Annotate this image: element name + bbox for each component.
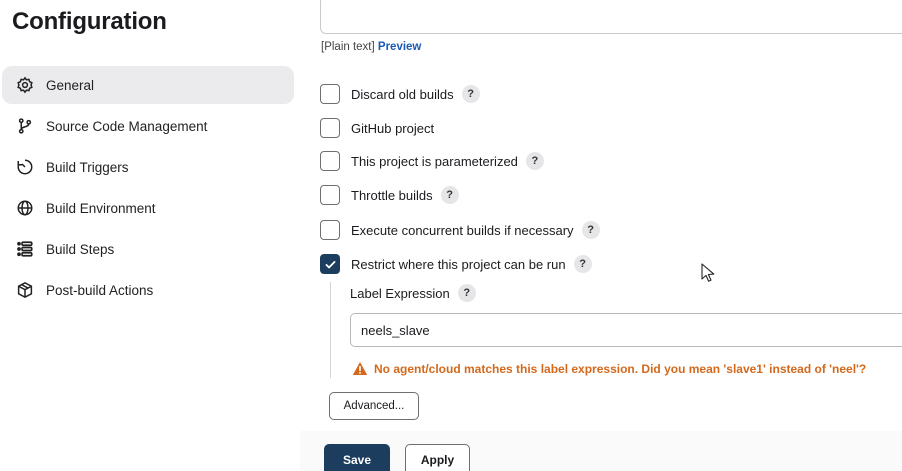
steps-list-icon bbox=[15, 239, 35, 259]
warning-icon bbox=[352, 362, 368, 375]
checkmark-icon bbox=[325, 260, 335, 268]
option-discard-old-builds: Discard old builds ? bbox=[320, 82, 480, 106]
preview-link[interactable]: Preview bbox=[378, 41, 421, 53]
github-project-checkbox[interactable] bbox=[320, 118, 340, 138]
globe-icon bbox=[15, 198, 35, 218]
option-label: Throttle builds bbox=[351, 187, 433, 203]
page-title: Configuration bbox=[12, 8, 167, 35]
sidebar-item-label: Build Triggers bbox=[46, 159, 129, 175]
option-concurrent-builds: Execute concurrent builds if necessary ? bbox=[320, 218, 600, 242]
package-icon bbox=[15, 280, 35, 300]
sidebar-item-post-build-actions[interactable]: Post-build Actions bbox=[2, 271, 294, 309]
option-label: This project is parameterized bbox=[351, 153, 518, 169]
save-button[interactable]: Save bbox=[324, 444, 390, 471]
help-icon[interactable]: ? bbox=[525, 152, 544, 170]
nested-section-divider bbox=[330, 282, 331, 378]
gear-icon bbox=[15, 75, 35, 95]
discard-old-builds-checkbox[interactable] bbox=[320, 84, 340, 104]
parameterized-checkbox[interactable] bbox=[320, 151, 340, 171]
advanced-button[interactable]: Advanced... bbox=[329, 392, 419, 420]
help-icon[interactable]: ? bbox=[581, 221, 600, 239]
branch-icon bbox=[15, 116, 35, 136]
option-throttle-builds: Throttle builds ? bbox=[320, 183, 459, 207]
option-parameterized: This project is parameterized ? bbox=[320, 149, 544, 173]
help-icon[interactable]: ? bbox=[573, 255, 592, 273]
plain-text-label: [Plain text] bbox=[321, 41, 375, 53]
concurrent-builds-checkbox[interactable] bbox=[320, 220, 340, 240]
label-expression-header: Label Expression ? bbox=[350, 282, 476, 304]
sidebar-nav: General Source Code Management Build Tri… bbox=[0, 66, 294, 312]
help-icon[interactable]: ? bbox=[440, 186, 459, 204]
sidebar-item-label: Post-build Actions bbox=[46, 282, 154, 298]
sidebar-item-source-code-management[interactable]: Source Code Management bbox=[2, 107, 294, 145]
help-icon[interactable]: ? bbox=[457, 284, 476, 302]
restrict-where-run-checkbox[interactable] bbox=[320, 254, 340, 274]
option-github-project: GitHub project bbox=[320, 116, 434, 140]
label-warning: No agent/cloud matches this label expres… bbox=[352, 361, 866, 376]
sidebar-item-build-steps[interactable]: Build Steps bbox=[2, 230, 294, 268]
warning-text: No agent/cloud matches this label expres… bbox=[374, 361, 867, 376]
option-label: Execute concurrent builds if necessary bbox=[351, 222, 574, 238]
timer-icon bbox=[15, 157, 35, 177]
sidebar-item-build-triggers[interactable]: Build Triggers bbox=[2, 148, 294, 186]
apply-button[interactable]: Apply bbox=[405, 444, 470, 471]
option-label: Restrict where this project can be run bbox=[351, 256, 566, 272]
sidebar-item-label: Source Code Management bbox=[46, 118, 208, 134]
description-format: [Plain text] Preview bbox=[321, 41, 421, 53]
throttle-builds-checkbox[interactable] bbox=[320, 185, 340, 205]
sidebar-item-label: Build Steps bbox=[46, 241, 115, 257]
option-label: Discard old builds bbox=[351, 86, 454, 102]
label-expression-label: Label Expression bbox=[350, 285, 450, 301]
option-label: GitHub project bbox=[351, 120, 435, 136]
sidebar-item-label: Build Environment bbox=[46, 200, 156, 216]
help-icon[interactable]: ? bbox=[461, 85, 480, 103]
mouse-cursor-icon bbox=[701, 263, 715, 282]
label-expression-input[interactable] bbox=[350, 313, 902, 347]
sidebar-item-general[interactable]: General bbox=[2, 66, 294, 104]
sidebar-item-label: General bbox=[46, 77, 95, 93]
option-restrict-where-run: Restrict where this project can be run ? bbox=[320, 252, 592, 276]
footer-bar bbox=[300, 431, 902, 471]
sidebar-item-build-environment[interactable]: Build Environment bbox=[2, 189, 294, 227]
description-textarea[interactable] bbox=[320, 0, 902, 34]
